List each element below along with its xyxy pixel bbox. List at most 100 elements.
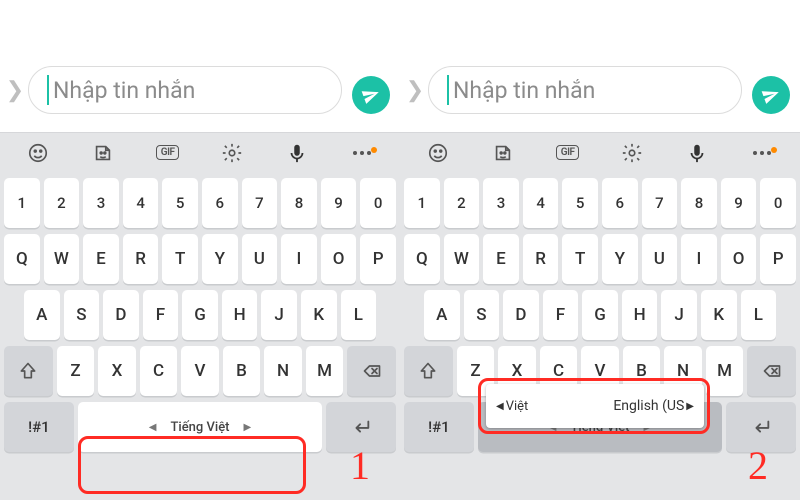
key[interactable]: 2 bbox=[444, 178, 480, 228]
key[interactable]: O bbox=[321, 234, 357, 284]
key[interactable]: Y bbox=[602, 234, 638, 284]
message-input[interactable]: Nhập tin nhắn bbox=[28, 66, 342, 114]
symbols-key[interactable]: !#1 bbox=[404, 402, 474, 452]
text-caret bbox=[47, 75, 49, 105]
backspace-key[interactable] bbox=[347, 346, 396, 396]
key[interactable]: D bbox=[503, 290, 539, 340]
key[interactable]: M bbox=[306, 346, 344, 396]
key[interactable]: Q bbox=[404, 234, 440, 284]
key[interactable]: 7 bbox=[242, 178, 278, 228]
emoji-icon[interactable] bbox=[418, 137, 458, 169]
more-icon[interactable] bbox=[742, 137, 782, 169]
key[interactable]: X bbox=[98, 346, 136, 396]
key[interactable]: A bbox=[424, 290, 460, 340]
key[interactable]: 9 bbox=[721, 178, 757, 228]
key[interactable]: Y bbox=[202, 234, 238, 284]
backspace-key[interactable] bbox=[747, 346, 796, 396]
key[interactable]: S bbox=[464, 290, 500, 340]
gif-icon[interactable]: GIF bbox=[548, 137, 588, 169]
message-input[interactable]: Nhập tin nhắn bbox=[428, 66, 742, 114]
key[interactable]: Z bbox=[57, 346, 95, 396]
key[interactable]: T bbox=[162, 234, 198, 284]
mic-icon[interactable] bbox=[677, 137, 717, 169]
row-bottom: !#1 ◀ Tiếng Việt ▶ bbox=[4, 402, 396, 452]
send-button[interactable] bbox=[752, 76, 790, 114]
emoji-icon[interactable] bbox=[18, 137, 58, 169]
settings-icon[interactable] bbox=[612, 137, 652, 169]
key[interactable]: D bbox=[103, 290, 139, 340]
settings-icon[interactable] bbox=[212, 137, 252, 169]
key[interactable]: 8 bbox=[281, 178, 317, 228]
shift-key[interactable] bbox=[4, 346, 53, 396]
key[interactable]: 7 bbox=[642, 178, 678, 228]
key[interactable]: P bbox=[760, 234, 796, 284]
more-icon[interactable] bbox=[342, 137, 382, 169]
key[interactable]: 5 bbox=[162, 178, 198, 228]
key[interactable]: M bbox=[706, 346, 744, 396]
mic-icon[interactable] bbox=[277, 137, 317, 169]
key[interactable]: K bbox=[701, 290, 737, 340]
key[interactable]: V bbox=[181, 346, 219, 396]
lang-option-viet[interactable]: ◀ Việt bbox=[496, 399, 528, 414]
lang-option-english[interactable]: English (US ▶ bbox=[613, 398, 694, 414]
key[interactable]: G bbox=[182, 290, 218, 340]
key[interactable]: K bbox=[301, 290, 337, 340]
screenshot-panel-1: ❯ Nhập tin nhắn GIF 1 2 3 4 bbox=[0, 0, 400, 500]
key[interactable]: 8 bbox=[681, 178, 717, 228]
key[interactable]: 3 bbox=[483, 178, 519, 228]
key[interactable]: R bbox=[123, 234, 159, 284]
key[interactable]: 3 bbox=[83, 178, 119, 228]
key[interactable]: 4 bbox=[523, 178, 559, 228]
key[interactable]: F bbox=[543, 290, 579, 340]
key[interactable]: Q bbox=[4, 234, 40, 284]
key[interactable]: C bbox=[140, 346, 178, 396]
spacebar[interactable]: ◀ Tiếng Việt ▶ bbox=[78, 402, 322, 452]
sticker-icon[interactable] bbox=[483, 137, 523, 169]
key[interactable]: W bbox=[44, 234, 80, 284]
expand-icon[interactable]: ❯ bbox=[6, 66, 24, 114]
key[interactable]: U bbox=[242, 234, 278, 284]
key[interactable]: J bbox=[661, 290, 697, 340]
symbols-key[interactable]: !#1 bbox=[4, 402, 74, 452]
key[interactable]: 0 bbox=[760, 178, 796, 228]
key[interactable]: F bbox=[143, 290, 179, 340]
key[interactable]: 0 bbox=[360, 178, 396, 228]
key[interactable]: 1 bbox=[4, 178, 40, 228]
key[interactable]: 1 bbox=[404, 178, 440, 228]
key[interactable]: 5 bbox=[562, 178, 598, 228]
key[interactable]: L bbox=[741, 290, 777, 340]
key[interactable]: 6 bbox=[602, 178, 638, 228]
key[interactable]: E bbox=[483, 234, 519, 284]
language-popup[interactable]: ◀ Việt English (US ▶ bbox=[486, 384, 704, 428]
key[interactable]: G bbox=[582, 290, 618, 340]
key[interactable]: 2 bbox=[44, 178, 80, 228]
shift-key[interactable] bbox=[404, 346, 453, 396]
gif-icon[interactable]: GIF bbox=[148, 137, 188, 169]
key[interactable]: I bbox=[681, 234, 717, 284]
key[interactable]: U bbox=[642, 234, 678, 284]
row-a: A S D F G H J K L bbox=[4, 290, 396, 340]
key[interactable]: R bbox=[523, 234, 559, 284]
key[interactable]: J bbox=[261, 290, 297, 340]
key[interactable]: L bbox=[341, 290, 377, 340]
key[interactable]: W bbox=[444, 234, 480, 284]
expand-icon[interactable]: ❯ bbox=[406, 66, 424, 114]
key[interactable]: N bbox=[264, 346, 302, 396]
send-button[interactable] bbox=[352, 76, 390, 114]
key[interactable]: H bbox=[622, 290, 658, 340]
key[interactable]: S bbox=[64, 290, 100, 340]
message-placeholder: Nhập tin nhắn bbox=[53, 77, 195, 104]
key[interactable]: E bbox=[83, 234, 119, 284]
key[interactable]: B bbox=[223, 346, 261, 396]
key[interactable]: 4 bbox=[123, 178, 159, 228]
key[interactable]: 9 bbox=[321, 178, 357, 228]
key[interactable]: A bbox=[24, 290, 60, 340]
key[interactable]: I bbox=[281, 234, 317, 284]
key[interactable]: P bbox=[360, 234, 396, 284]
key[interactable]: 6 bbox=[202, 178, 238, 228]
key[interactable]: T bbox=[562, 234, 598, 284]
chevron-right-icon: ▶ bbox=[686, 401, 694, 412]
key[interactable]: H bbox=[222, 290, 258, 340]
key[interactable]: O bbox=[721, 234, 757, 284]
sticker-icon[interactable] bbox=[83, 137, 123, 169]
